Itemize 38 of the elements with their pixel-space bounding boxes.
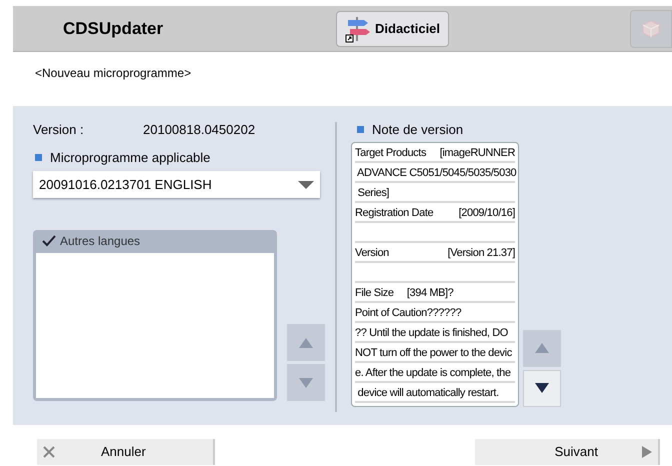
- check-icon: [42, 235, 56, 247]
- version-value: 20100818.0450202: [143, 121, 256, 139]
- section-heading: <Nouveau microprogramme>: [35, 65, 192, 82]
- scroll-down-button[interactable]: [523, 370, 561, 406]
- cancel-button[interactable]: Annuler: [37, 439, 215, 465]
- down-triangle-icon: [535, 383, 549, 393]
- note-text-line: NOT turn off the power to the devic: [355, 346, 512, 360]
- note-text-line: ADVANCE C5051/5045/5035/5030: [356, 166, 516, 180]
- note-field-label: Target Products: [355, 146, 426, 160]
- other-languages-checkbox[interactable]: Autres langues: [36, 230, 274, 252]
- play-icon: [642, 446, 652, 458]
- next-button[interactable]: Suivant: [475, 439, 660, 465]
- note-field-value: [Version 21.37]: [448, 246, 515, 260]
- bullet-icon: [357, 126, 364, 134]
- note-text-line: Series]: [356, 186, 390, 200]
- note-field-label: Version: [355, 246, 389, 260]
- note-field-value: [2009/10/16]: [458, 206, 515, 220]
- note-text-line: device will automatically restart.: [356, 386, 499, 400]
- firmware-label: Microprogramme applicable: [50, 148, 210, 167]
- up-triangle-icon: [299, 338, 313, 348]
- tutorial-button[interactable]: Didacticiel: [336, 10, 450, 46]
- release-note-label: Note de version: [372, 121, 464, 139]
- up-triangle-icon: [535, 343, 549, 353]
- firmware-dropdown[interactable]: 20091016.0213701 ENGLISH: [33, 171, 320, 198]
- version-label: Version :: [33, 121, 85, 139]
- dropdown-arrow-icon: [298, 180, 314, 188]
- signpost-icon: [345, 14, 371, 42]
- cube-icon: [641, 18, 661, 38]
- bullet-icon: [35, 154, 42, 161]
- note-field-value: [imageRUNNER: [440, 146, 515, 160]
- close-icon: [43, 446, 55, 458]
- note-field-label: Registration Date: [355, 206, 434, 220]
- note-text-line: ?? Until the update is finished, DO: [355, 326, 508, 340]
- down-triangle-icon: [299, 378, 313, 388]
- app-title: CDSUpdater: [63, 18, 164, 40]
- note-text-line: e. After the update is complete, the: [355, 366, 511, 380]
- note-text-line: Point of Caution??????: [355, 306, 462, 320]
- note-text-line: File Size [394 MB]?: [355, 286, 454, 300]
